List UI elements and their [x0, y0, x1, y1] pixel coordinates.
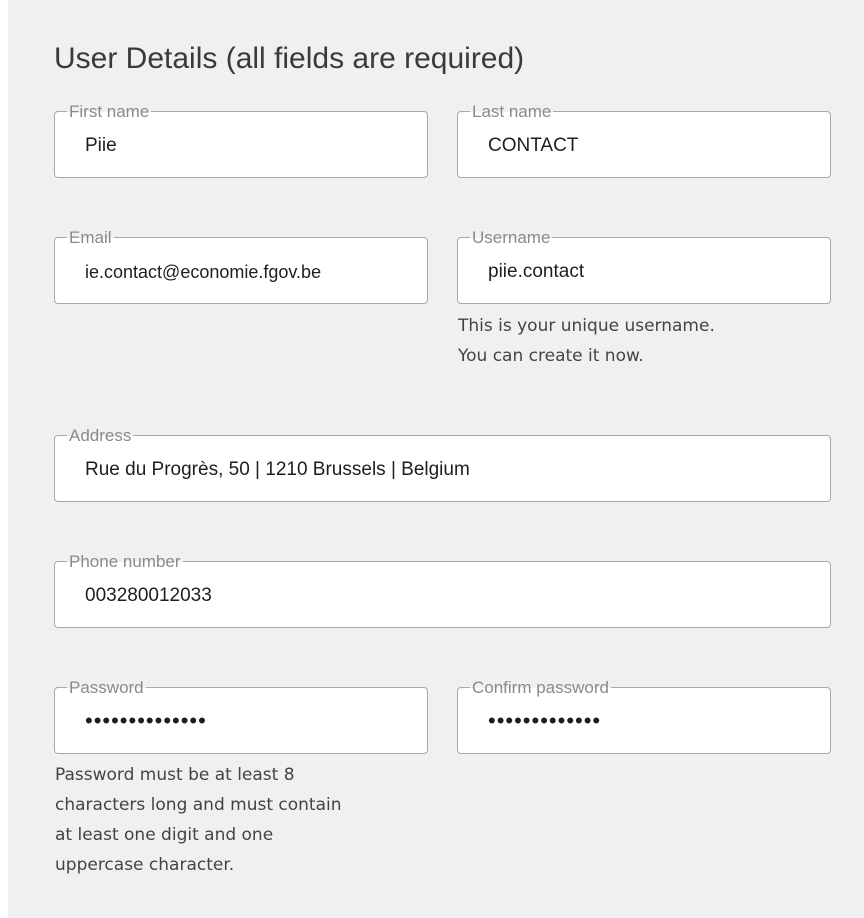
- password-help-line: at least one digit and one: [55, 825, 274, 845]
- first-name-field[interactable]: First name Piie: [54, 102, 428, 178]
- confirm-password-label: Confirm password: [470, 678, 611, 698]
- password-help-line: uppercase character.: [55, 855, 235, 875]
- address-value: Rue du Progrès, 50 | 1210 Brussels | Bel…: [85, 459, 470, 480]
- password-label: Password: [67, 678, 146, 698]
- first-name-value: Piie: [85, 135, 117, 156]
- last-name-value: CONTACT: [488, 135, 579, 156]
- password-help-line: Password must be at least 8: [55, 765, 295, 785]
- email-label: Email: [67, 228, 114, 248]
- confirm-password-value: •••••••••••••: [488, 708, 602, 733]
- username-field[interactable]: Username piie.contact: [457, 228, 831, 304]
- username-value: piie.contact: [488, 261, 585, 282]
- username-help-line: You can create it now.: [458, 346, 644, 366]
- password-help: Password must be at least 8 characters l…: [55, 760, 342, 880]
- user-details-panel: User Details (all fields are required) F…: [8, 0, 864, 918]
- last-name-field[interactable]: Last name CONTACT: [457, 102, 831, 178]
- confirm-password-field[interactable]: Confirm password •••••••••••••: [457, 678, 831, 754]
- username-label: Username: [470, 228, 553, 248]
- last-name-label: Last name: [470, 102, 554, 122]
- address-label: Address: [67, 426, 134, 446]
- email-field[interactable]: Email ie.contact@economie.fgov.be: [54, 228, 428, 304]
- username-help-line: This is your unique username.: [458, 316, 715, 336]
- address-field[interactable]: Address Rue du Progrès, 50 | 1210 Brusse…: [54, 426, 831, 502]
- first-name-label: First name: [67, 102, 152, 122]
- phone-number-label: Phone number: [67, 552, 183, 572]
- email-value: ie.contact@economie.fgov.be: [85, 262, 322, 282]
- password-value: ••••••••••••••: [85, 708, 207, 733]
- phone-number-field[interactable]: Phone number 003280012033: [54, 552, 831, 628]
- form-title: User Details (all fields are required): [54, 42, 525, 75]
- phone-number-value: 003280012033: [85, 585, 212, 606]
- password-help-line: characters long and must contain: [55, 795, 342, 815]
- password-field[interactable]: Password ••••••••••••••: [54, 678, 428, 754]
- username-help: This is your unique username. You can cr…: [458, 311, 715, 371]
